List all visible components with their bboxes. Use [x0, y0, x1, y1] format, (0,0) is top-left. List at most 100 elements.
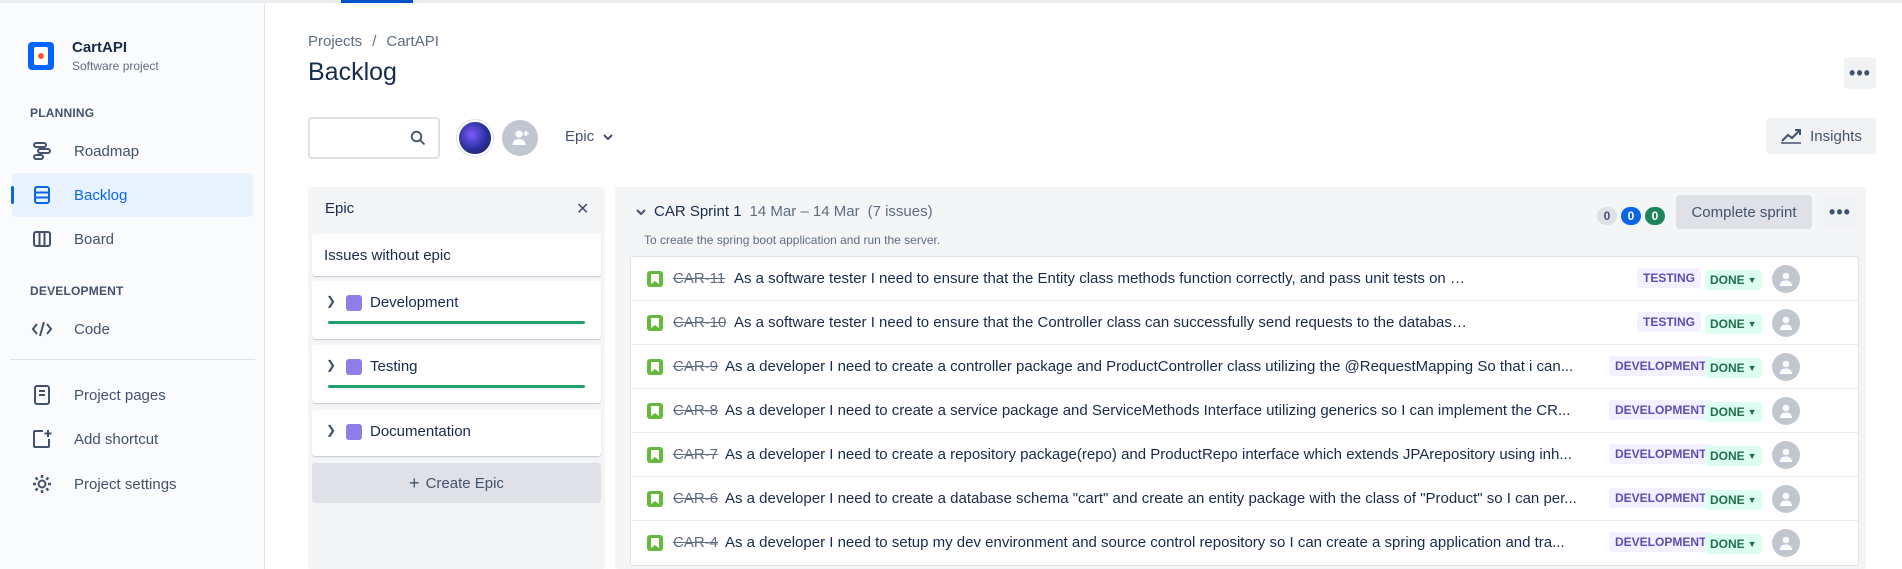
story-icon	[647, 315, 663, 331]
sidebar-item-add-shortcut[interactable]: Add shortcut	[12, 417, 253, 461]
unassigned-avatar-icon[interactable]	[1772, 529, 1800, 557]
status-dropdown[interactable]: DONE ▼	[1705, 534, 1762, 554]
issue-key[interactable]: CAR-11	[673, 270, 725, 287]
unassigned-avatar-icon[interactable]	[1772, 485, 1800, 513]
page-more-button[interactable]: •••	[1844, 57, 1876, 89]
project-name: CartAPI	[72, 39, 128, 56]
epic-item[interactable]: ❯ Testing	[312, 345, 601, 403]
epic-name: Testing	[370, 358, 418, 375]
sprint-issue-count: (7 issues)	[867, 203, 933, 220]
epic-item[interactable]: ❯ Documentation	[312, 410, 601, 456]
epic-name: Development	[370, 294, 459, 311]
close-icon[interactable]: ✕	[576, 199, 589, 219]
page-title: Backlog	[308, 58, 397, 86]
issue-key[interactable]: CAR-6	[673, 490, 718, 507]
issue-summary[interactable]: As a developer I need to create a contro…	[725, 358, 1599, 375]
issue-summary[interactable]: As a software tester I need to ensure th…	[734, 270, 1468, 287]
search-input[interactable]	[308, 117, 440, 159]
issue-row[interactable]: CAR-11 As a software tester I need to en…	[631, 257, 1858, 301]
status-dropdown[interactable]: DONE ▼	[1705, 270, 1762, 290]
story-icon	[647, 359, 663, 375]
issue-row[interactable]: CAR-9 As a developer I need to create a …	[631, 345, 1858, 389]
epic-lozenge[interactable]: DEVELOPMENT	[1609, 444, 1713, 464]
unassigned-avatar-icon[interactable]	[1772, 309, 1800, 337]
epic-filter-dropdown[interactable]: Epic	[565, 128, 613, 145]
issue-summary[interactable]: As a developer I need to create a databa…	[725, 490, 1599, 507]
sidebar-item-label: Code	[74, 320, 110, 338]
story-icon	[647, 447, 663, 463]
issue-key[interactable]: CAR-10	[673, 314, 726, 331]
user-avatar[interactable]	[457, 120, 493, 156]
epic-color-swatch	[346, 295, 362, 311]
sidebar-item-label: Backlog	[74, 186, 128, 204]
sidebar-item-board[interactable]: Board	[12, 217, 253, 261]
issue-key[interactable]: CAR-9	[673, 358, 718, 375]
breadcrumb-projects[interactable]: Projects	[308, 33, 362, 50]
epic-item[interactable]: ❯ Development	[312, 281, 601, 339]
sidebar-item-label: Board	[74, 230, 115, 248]
chevron-right-icon[interactable]: ❯	[326, 423, 336, 437]
status-dropdown[interactable]: DONE ▼	[1705, 358, 1762, 378]
chevron-right-icon[interactable]: ❯	[326, 294, 336, 308]
issue-row[interactable]: CAR-8 As a developer I need to create a …	[631, 389, 1858, 433]
issue-summary[interactable]: As a developer I need to create a reposi…	[725, 446, 1599, 463]
sprint-more-button[interactable]: •••	[1824, 196, 1856, 228]
chevron-down-icon[interactable]	[636, 205, 646, 219]
issue-summary[interactable]: As a software tester I need to ensure th…	[734, 314, 1468, 331]
epic-lozenge[interactable]: DEVELOPMENT	[1609, 488, 1713, 508]
sidebar: CartAPI Software project PLANNING Roadma…	[0, 3, 265, 569]
sidebar-item-label: Project pages	[74, 386, 166, 404]
issue-key[interactable]: CAR-4	[673, 534, 718, 551]
status-dropdown[interactable]: DONE ▼	[1705, 446, 1762, 466]
issues-without-epic[interactable]: Issues without epic	[312, 234, 601, 276]
sprint-header[interactable]: CAR Sprint 1 14 Mar – 14 Mar (7 issues)	[636, 203, 933, 220]
top-accent	[341, 0, 413, 3]
issue-row[interactable]: CAR-7 As a developer I need to create a …	[631, 433, 1858, 477]
issue-row[interactable]: CAR-10 As a software tester I need to en…	[631, 301, 1858, 345]
status-dropdown[interactable]: DONE ▼	[1705, 490, 1762, 510]
sidebar-item-code[interactable]: Code	[12, 307, 253, 351]
story-icon	[647, 491, 663, 507]
breadcrumb: Projects / CartAPI	[308, 33, 449, 50]
complete-sprint-button[interactable]: Complete sprint	[1676, 195, 1812, 229]
add-people-icon[interactable]	[502, 120, 538, 156]
epic-panel: Epic ✕ Issues without epic ❯ Development…	[308, 187, 605, 569]
plus-icon: +	[409, 472, 420, 493]
status-dropdown[interactable]: DONE ▼	[1705, 402, 1762, 422]
code-icon	[29, 316, 55, 342]
chevron-right-icon[interactable]: ❯	[326, 358, 336, 372]
sidebar-item-project-settings[interactable]: Project settings	[12, 462, 253, 506]
sprint-name: CAR Sprint 1	[654, 203, 742, 220]
epic-lozenge[interactable]: TESTING	[1637, 312, 1702, 332]
sidebar-item-project-pages[interactable]: Project pages	[12, 373, 253, 417]
issue-summary[interactable]: As a developer I need to create a servic…	[725, 402, 1599, 419]
insights-button[interactable]: Insights	[1766, 118, 1876, 154]
insights-label: Insights	[1810, 127, 1862, 145]
status-dropdown[interactable]: DONE ▼	[1705, 314, 1762, 334]
epic-lozenge[interactable]: DEVELOPMENT	[1609, 400, 1713, 420]
status-label: DONE	[1710, 273, 1745, 287]
issue-summary[interactable]: As a developer I need to setup my dev en…	[725, 534, 1599, 551]
issue-row[interactable]: CAR-4 As a developer I need to setup my …	[631, 521, 1858, 565]
issue-key[interactable]: CAR-8	[673, 402, 718, 419]
chevron-down-icon: ▼	[1747, 275, 1757, 285]
add-shortcut-icon	[29, 426, 55, 452]
unassigned-avatar-icon[interactable]	[1772, 265, 1800, 293]
sidebar-item-label: Roadmap	[74, 142, 140, 160]
create-epic-button[interactable]: + Create Epic	[312, 463, 601, 503]
issue-key[interactable]: CAR-7	[673, 446, 718, 463]
epic-panel-title: Epic	[325, 200, 355, 217]
issue-row[interactable]: CAR-6 As a developer I need to create a …	[631, 477, 1858, 521]
breadcrumb-project[interactable]: CartAPI	[386, 33, 439, 50]
unassigned-avatar-icon[interactable]	[1772, 353, 1800, 381]
epic-lozenge[interactable]: DEVELOPMENT	[1609, 356, 1713, 376]
epic-lozenge[interactable]: DEVELOPMENT	[1609, 532, 1713, 552]
chevron-down-icon: ▼	[1747, 539, 1757, 549]
unassigned-avatar-icon[interactable]	[1772, 441, 1800, 469]
backlog-icon	[29, 182, 55, 208]
sidebar-item-roadmap[interactable]: Roadmap	[12, 129, 253, 173]
project-header[interactable]: CartAPI Software project	[28, 39, 159, 73]
epic-lozenge[interactable]: TESTING	[1637, 268, 1702, 288]
sidebar-item-backlog[interactable]: Backlog	[11, 173, 253, 217]
unassigned-avatar-icon[interactable]	[1772, 397, 1800, 425]
